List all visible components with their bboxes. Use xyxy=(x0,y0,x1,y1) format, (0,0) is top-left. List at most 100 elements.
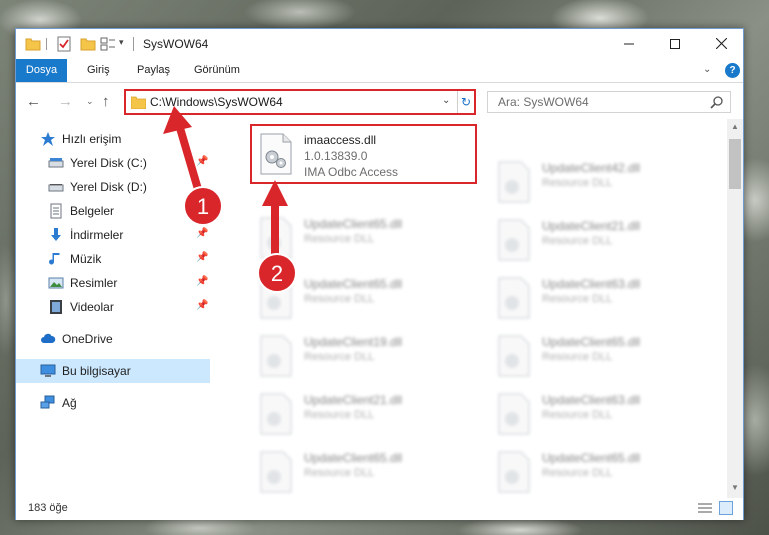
sidebar-item-label: Yerel Disk (C:) xyxy=(70,156,147,170)
pin-icon[interactable]: 📌 xyxy=(196,300,208,311)
dll-file-icon xyxy=(260,335,292,377)
up-arrow-icon[interactable]: ↑ xyxy=(102,93,110,110)
sidebar-item-videos[interactable]: Videolar 📌 xyxy=(16,295,210,319)
dll-file-icon xyxy=(498,393,530,435)
refresh-icon[interactable]: ↻ xyxy=(457,91,474,113)
file-name: UpdateClient65.dll xyxy=(304,451,403,465)
sidebar-item-documents[interactable]: Belgeler xyxy=(16,199,210,223)
dll-file-icon xyxy=(260,393,292,435)
file-name: UpdateClient21.dll xyxy=(542,219,641,233)
address-path[interactable]: C:\Windows\SysWOW64 xyxy=(150,95,283,109)
dll-file-icon xyxy=(498,335,530,377)
file-tile[interactable]: UpdateClient21.dll Resource DLL xyxy=(252,387,477,441)
file-name: UpdateClient65.dll xyxy=(542,335,641,349)
tab-share[interactable]: Paylaş xyxy=(137,59,170,82)
title-separator xyxy=(133,37,134,51)
sidebar-item-this-pc[interactable]: Bu bilgisayar xyxy=(16,359,210,383)
tab-view[interactable]: Görünüm xyxy=(194,59,240,82)
chevron-down-icon[interactable]: ▾ xyxy=(119,37,124,53)
file-type: Resource DLL xyxy=(542,351,613,363)
pin-icon[interactable]: 📌 xyxy=(196,252,208,263)
file-tile[interactable]: UpdateClient65.dll Resource DLL xyxy=(252,211,477,265)
file-name: UpdateClient65.dll xyxy=(304,277,403,291)
close-icon xyxy=(715,38,727,49)
sidebar-item-quick-access[interactable]: Hızlı erişim xyxy=(16,127,210,151)
vertical-scrollbar[interactable]: ▲ ▼ xyxy=(727,119,743,498)
file-tile[interactable]: UpdateClient42.dll Resource DLL xyxy=(490,155,715,209)
file-tile[interactable]: UpdateClient65.dll Resource DLL xyxy=(252,445,477,498)
file-type: Resource DLL xyxy=(542,409,613,421)
file-name: UpdateClient21.dll xyxy=(304,393,403,407)
ribbon-tabs: Dosya Giriş Paylaş Görünüm ⌄ ? xyxy=(16,59,743,83)
search-input[interactable]: Ara: SysWOW64 xyxy=(487,91,731,113)
tiles-view-icon[interactable] xyxy=(719,501,733,515)
scroll-up-arrow-icon[interactable]: ▲ xyxy=(731,122,739,131)
file-tile[interactable]: UpdateClient65.dll Resource DLL xyxy=(490,329,715,383)
sidebar-item-pictures[interactable]: Resimler 📌 xyxy=(16,271,210,295)
dll-file-icon xyxy=(498,161,530,203)
sidebar-item-onedrive[interactable]: OneDrive xyxy=(16,327,210,351)
sidebar-item-label: Ağ xyxy=(62,396,77,410)
computer-icon xyxy=(40,364,56,377)
tab-file[interactable]: Dosya xyxy=(16,59,67,82)
address-bar[interactable]: C:\Windows\SysWOW64 ⌄ ↻ xyxy=(124,89,476,115)
scroll-down-arrow-icon[interactable]: ▼ xyxy=(731,483,739,492)
back-arrow-icon[interactable]: ← xyxy=(26,93,41,110)
drive-icon xyxy=(48,184,64,192)
maximize-icon xyxy=(670,38,680,49)
forward-arrow-icon[interactable]: → xyxy=(58,93,73,110)
quick-access-separator xyxy=(46,38,47,50)
new-folder-icon[interactable] xyxy=(80,36,96,52)
properties-check-icon[interactable] xyxy=(56,36,72,52)
maximize-button[interactable] xyxy=(652,29,698,58)
close-button[interactable] xyxy=(698,29,744,58)
details-view-icon[interactable] xyxy=(698,502,712,514)
sidebar-item-network[interactable]: Ağ xyxy=(16,391,210,415)
sidebar-item-local-disk-d[interactable]: Yerel Disk (D:) xyxy=(16,175,210,199)
status-bar: 183 öğe xyxy=(16,498,743,520)
network-icon xyxy=(40,395,55,409)
pin-icon[interactable]: 📌 xyxy=(196,276,208,287)
file-type: Resource DLL xyxy=(304,233,375,245)
sidebar-item-label: Bu bilgisayar xyxy=(62,364,131,378)
file-type: Resource DLL xyxy=(542,177,613,189)
file-tile[interactable]: UpdateClient65.dll Resource DLL xyxy=(252,271,477,325)
search-icon[interactable] xyxy=(710,95,724,109)
folder-icon[interactable] xyxy=(25,36,41,52)
sidebar-item-label: Hızlı erişim xyxy=(62,132,122,146)
file-type: Resource DLL xyxy=(304,351,375,363)
file-tile[interactable]: UpdateClient21.dll Resource DLL xyxy=(490,213,715,267)
sidebar-item-music[interactable]: Müzik 📌 xyxy=(16,247,210,271)
chevron-down-icon[interactable]: ⌄ xyxy=(442,95,450,106)
navigation-bar: ← → ⌄ ↑ C:\Windows\SysWOW64 ⌄ ↻ Ara: Sys… xyxy=(16,84,743,119)
pin-icon[interactable]: 📌 xyxy=(196,228,208,239)
customize-toolbar-icon[interactable] xyxy=(100,36,116,52)
file-tile[interactable]: UpdateClient63.dll Resource DLL xyxy=(490,271,715,325)
file-type: Resource DLL xyxy=(542,467,613,479)
sidebar-item-downloads[interactable]: İndirmeler 📌 xyxy=(16,223,210,247)
sidebar-item-local-disk-c[interactable]: Yerel Disk (C:) 📌 xyxy=(16,151,210,175)
videos-icon xyxy=(50,300,62,314)
dll-file-icon xyxy=(260,277,292,319)
file-tile[interactable]: UpdateClient63.dll Resource DLL xyxy=(490,387,715,441)
item-count: 183 öğe xyxy=(28,502,68,514)
ribbon-expand-icon[interactable]: ⌄ xyxy=(703,64,711,75)
sidebar-item-label: Resimler xyxy=(70,276,118,290)
file-list: imaaccess.dll 1.0.13839.0 IMA Odbc Acces… xyxy=(212,119,727,498)
music-icon xyxy=(49,253,60,265)
file-name: UpdateClient19.dll xyxy=(304,335,403,349)
file-tile[interactable]: UpdateClient19.dll Resource DLL xyxy=(252,329,477,383)
pictures-icon xyxy=(48,277,64,289)
drive-icon xyxy=(48,158,64,168)
dll-file-icon xyxy=(498,219,530,261)
sidebar-item-label: Müzik xyxy=(70,252,102,266)
search-placeholder[interactable]: Ara: SysWOW64 xyxy=(498,95,589,109)
scroll-thumb[interactable] xyxy=(729,139,741,189)
recent-locations-chevron-icon[interactable]: ⌄ xyxy=(86,96,94,107)
pin-icon[interactable]: 📌 xyxy=(196,156,208,167)
help-icon[interactable]: ? xyxy=(725,63,740,78)
tab-home[interactable]: Giriş xyxy=(87,59,110,82)
minimize-button[interactable] xyxy=(606,29,652,58)
file-name: UpdateClient65.dll xyxy=(304,217,403,231)
file-tile[interactable]: UpdateClient65.dll Resource DLL xyxy=(490,445,715,498)
